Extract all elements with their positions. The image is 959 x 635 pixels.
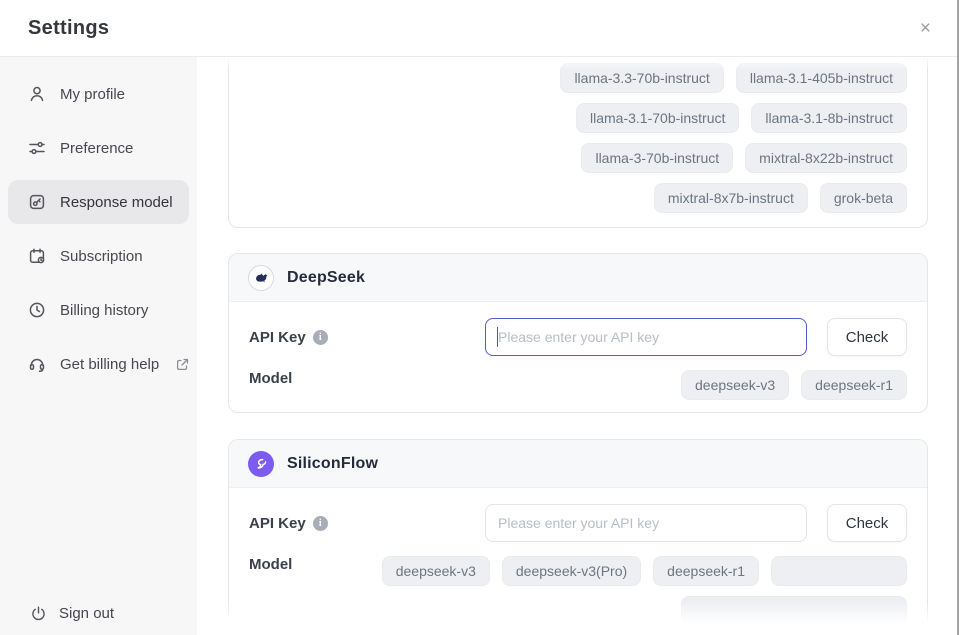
close-icon[interactable]: × [920,19,931,38]
model-row: Model deepseek-v3 deepseek-r1 [249,370,907,400]
provider-card-clipped: llama-3.3-70b-instruct llama-3.1-405b-in… [228,57,928,228]
sign-out-label: Sign out [59,605,114,622]
sidebar-item-label: Get billing help [60,356,159,373]
power-icon [30,605,47,622]
siliconflow-logo-icon [248,451,274,477]
sidebar: My profile Preference Response model Sub… [0,57,197,635]
headset-icon [28,355,46,373]
external-link-icon [175,357,190,372]
provider-name: SiliconFlow [287,455,378,473]
sliders-icon [28,139,46,157]
provider-card-deepseek: DeepSeek API Key i Check Mod [228,253,928,413]
key-box-icon [28,193,46,211]
api-key-row: API Key i Check [249,504,907,542]
user-icon [28,85,46,103]
model-chip[interactable]: deepseek-v3 [681,370,789,400]
clock-icon [28,301,46,319]
provider-card-header: SiliconFlow [229,440,927,488]
api-key-input[interactable] [485,504,807,542]
model-chip[interactable]: llama-3.1-8b-instruct [751,103,907,133]
model-chip[interactable]: deepseek-v3(Pro) [502,556,641,586]
sidebar-item-label: My profile [60,86,125,103]
sidebar-item-response-model[interactable]: Response model [8,180,189,224]
sidebar-item-label: Preference [60,140,133,157]
api-key-input[interactable] [485,318,807,356]
api-key-label: API Key [249,329,306,346]
siliconflow-glyph [253,456,269,472]
model-chip[interactable]: llama-3.1-70b-instruct [576,103,739,133]
model-chip[interactable]: grok-beta [820,183,907,213]
sidebar-item-preference[interactable]: Preference [8,126,189,170]
model-chip-partial[interactable] [771,556,907,586]
model-row: Model deepseek-v3 deepseek-v3(Pro) deeps… [249,556,907,626]
page-title: Settings [28,17,109,40]
deepseek-whale-glyph [253,270,269,286]
model-chip[interactable]: deepseek-r1 [653,556,759,586]
sidebar-item-label: Response model [60,194,173,211]
sidebar-item-label: Billing history [60,302,148,319]
calendar-icon [28,247,46,265]
settings-dialog: Settings × My profile Preference Respons… [0,0,959,635]
dialog-header: Settings × [0,0,959,57]
provider-card-header: DeepSeek [229,254,927,302]
model-chip[interactable]: llama-3.3-70b-instruct [560,63,723,93]
check-button[interactable]: Check [827,318,907,356]
api-key-row: API Key i Check [249,318,907,356]
scroll-area: llama-3.3-70b-instruct llama-3.1-405b-in… [228,57,928,635]
model-label: Model [249,556,292,573]
model-chip[interactable]: mixtral-8x7b-instruct [654,183,808,213]
model-chip[interactable]: deepseek-r1 [801,370,907,400]
provider-card-siliconflow: SiliconFlow API Key i Check [228,439,928,635]
sidebar-item-my-profile[interactable]: My profile [8,72,189,116]
sidebar-item-get-billing-help[interactable]: Get billing help [8,342,189,386]
model-chip[interactable]: mixtral-8x22b-instruct [745,143,907,173]
info-icon[interactable]: i [313,330,328,345]
model-chip-partial[interactable] [681,596,907,626]
sign-out-button[interactable]: Sign out [30,605,114,622]
sidebar-item-billing-history[interactable]: Billing history [8,288,189,332]
sidebar-item-subscription[interactable]: Subscription [8,234,189,278]
provider-name: DeepSeek [287,269,365,287]
model-label: Model [249,370,292,387]
api-key-label: API Key [249,515,306,532]
deepseek-logo-icon [248,265,274,291]
info-icon[interactable]: i [313,516,328,531]
check-button[interactable]: Check [827,504,907,542]
settings-content-panel: llama-3.3-70b-instruct llama-3.1-405b-in… [197,57,959,635]
model-chip[interactable]: llama-3.1-405b-instruct [736,63,907,93]
model-chip[interactable]: deepseek-v3 [382,556,490,586]
sidebar-item-label: Subscription [60,248,143,265]
model-chip[interactable]: llama-3-70b-instruct [581,143,733,173]
